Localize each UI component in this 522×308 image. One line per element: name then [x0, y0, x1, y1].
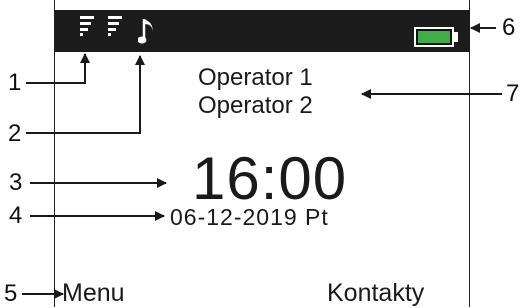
callout-number-3: 3	[9, 169, 23, 196]
callout-line-1	[26, 53, 90, 84]
callout-line-2	[26, 55, 145, 134]
callout-number-7: 7	[506, 80, 520, 107]
callout-number-4: 4	[9, 202, 23, 229]
callout-leader-lines	[22, 23, 502, 299]
callout-number-5: 5	[4, 280, 18, 307]
callout-number-1: 1	[8, 69, 22, 96]
callout-number-6: 6	[502, 14, 516, 41]
callout-number-2: 2	[8, 120, 22, 147]
